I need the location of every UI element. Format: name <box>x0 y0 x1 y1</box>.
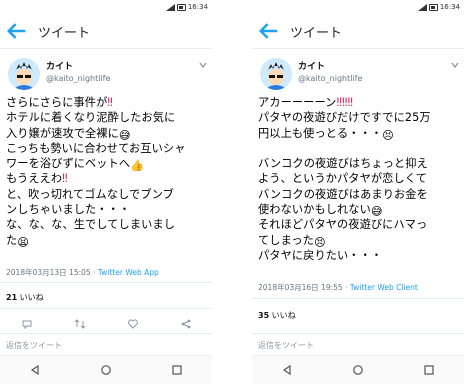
tweet-line: それほどパタヤの夜遊びにハマっ <box>258 218 428 232</box>
like-icon[interactable] <box>127 318 139 330</box>
tweet-line: 入り嬢が速攻で全裸に😅 <box>6 126 131 142</box>
user-name[interactable]: カイト <box>46 59 73 72</box>
signal-icon <box>417 3 427 11</box>
signal-icon <box>165 3 175 11</box>
reply-input[interactable]: 返信をツイート <box>258 340 314 351</box>
top-bar: ツイート <box>252 16 464 46</box>
back-arrow-icon[interactable] <box>258 20 280 42</box>
nav-recents-icon[interactable] <box>423 364 435 376</box>
status-time: 16:34 <box>187 3 208 11</box>
back-arrow-icon[interactable] <box>6 20 28 42</box>
timestamp: 2018年03月13日 15:05 · <box>6 268 98 277</box>
tweet-line: パタヤの夜遊びだけですでに25万 <box>258 111 431 125</box>
battery-icon <box>176 3 186 11</box>
tweet-line: パタヤに戻りたい・・・ <box>258 248 383 262</box>
double-exclamation-icon: ‼ <box>62 172 68 186</box>
tweet-line: こっちも勢いに合わせてお互いシャ <box>6 141 186 155</box>
tweet-meta: 2018年03月13日 15:05 · Twitter Web App <box>6 267 159 278</box>
tired-face-emoji-icon: 😫 <box>17 235 30 249</box>
status-bar: 16:34 <box>252 0 464 14</box>
android-nav-bar <box>252 355 464 384</box>
tweet-line: な、な、な、生でしてしまいまし <box>6 218 175 232</box>
tweet-line: てしまった😣 <box>258 233 326 249</box>
tweet-line <box>258 141 463 156</box>
tweet-screen-right: 16:34 ツイート カイト @kaito_nightlife アカーーーーン‼… <box>252 0 464 384</box>
thumbs-up-emoji-icon: 👍 <box>130 159 145 173</box>
divider <box>0 48 212 49</box>
chevron-down-icon[interactable] <box>450 60 460 70</box>
nav-home-icon[interactable] <box>100 364 112 376</box>
status-time: 16:34 <box>439 3 460 11</box>
action-bar <box>0 317 212 331</box>
reply-bar[interactable]: 返信をツイート <box>0 333 212 356</box>
tweet-line: アカーーーーン‼‼‼ <box>258 96 354 109</box>
avatar[interactable] <box>260 58 292 90</box>
avatar[interactable] <box>8 58 40 90</box>
user-handle[interactable]: @kaito_nightlife <box>46 74 110 83</box>
divider <box>0 308 212 309</box>
tweet-text: さらにさらに事件が‼ ホテルに着くなり泥酔したお気に 入り嬢が速攻で全裸に😅 こ… <box>6 95 211 249</box>
likes-count[interactable]: 21 いいね <box>6 292 44 303</box>
nav-home-icon[interactable] <box>352 364 364 376</box>
tweet-line: た😫 <box>6 233 30 249</box>
tweet-line: さらにさらに事件が‼ <box>6 96 113 109</box>
tweet-line: 使わないかもしれない😅 <box>258 203 383 219</box>
tweet-line: バンコクの夜遊びはあまりお金を <box>258 187 428 201</box>
tweet-line: よう、というかパタヤが恋しくて <box>258 172 427 186</box>
top-bar: ツイート <box>0 16 212 46</box>
tweet-meta: 2018年03月16日 19:55 · Twitter Web Client <box>258 282 418 293</box>
chevron-down-icon[interactable] <box>198 60 208 70</box>
tweet-screen-left: 16:34 ツイート カイト @kaito_nightlife さらにさらに事件… <box>0 0 212 384</box>
tweet-text: アカーーーーン‼‼‼ パタヤの夜遊びだけですでに25万 円以上も使っとる・・・😣… <box>258 95 463 263</box>
nav-recents-icon[interactable] <box>171 364 183 376</box>
page-title: ツイート <box>38 25 91 41</box>
tweet-line: と、吹っ切れてゴムなしでブンブ <box>6 187 174 201</box>
tweet-line: バンコクの夜遊びはちょっと抑え <box>258 157 428 171</box>
source-link[interactable]: Twitter Web App <box>98 268 159 277</box>
double-exclamation-icon: ‼‼‼ <box>336 96 354 109</box>
android-nav-bar <box>0 355 212 384</box>
status-bar: 16:34 <box>0 0 212 14</box>
reply-bar[interactable]: 返信をツイート <box>252 333 464 356</box>
double-exclamation-icon: ‼ <box>107 96 113 109</box>
divider <box>0 282 212 283</box>
reply-icon[interactable] <box>21 318 33 330</box>
tweet-line: ンしちゃいました・・・ <box>6 203 131 217</box>
nav-back-icon[interactable] <box>281 364 293 376</box>
page-title: ツイート <box>290 25 343 41</box>
likes-count[interactable]: 35 いいね <box>258 310 296 321</box>
tweet-line: ホテルに着くなり泥酔したお気に <box>6 111 176 125</box>
retweet-icon[interactable] <box>74 318 86 330</box>
tweet-line: 円以上も使っとる・・・😣 <box>258 126 394 142</box>
share-icon[interactable] <box>180 318 192 330</box>
user-name[interactable]: カイト <box>298 59 325 72</box>
nav-back-icon[interactable] <box>29 364 41 376</box>
battery-icon <box>428 3 438 11</box>
persevering-face-emoji-icon: 😣 <box>382 128 394 142</box>
tweet-line: もうええわ‼ <box>6 172 68 186</box>
tweet-line: ワーを浴びずにベットへ👍 <box>6 157 145 173</box>
user-handle[interactable]: @kaito_nightlife <box>298 74 362 83</box>
timestamp: 2018年03月16日 19:55 · <box>258 283 350 292</box>
divider <box>252 48 464 49</box>
source-link[interactable]: Twitter Web Client <box>350 283 418 292</box>
divider <box>252 298 464 299</box>
reply-input[interactable]: 返信をツイート <box>6 340 62 351</box>
